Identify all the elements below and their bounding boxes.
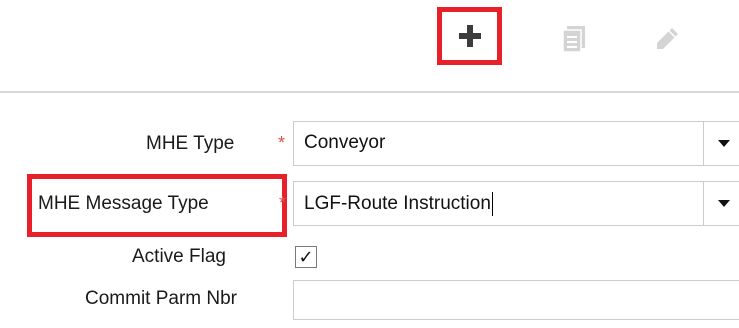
text-cursor	[491, 192, 493, 216]
active-flag-checkbox[interactable]: ✓	[295, 246, 317, 268]
document-copy-icon	[563, 26, 585, 52]
mhe-type-dropdown-button[interactable]	[703, 122, 739, 165]
pencil-icon	[657, 28, 678, 49]
required-marker: *	[278, 133, 286, 153]
commit-parm-nbr-input[interactable]	[293, 280, 739, 320]
active-flag-label: Active Flag	[132, 246, 226, 267]
required-marker: *	[279, 193, 287, 213]
plus-icon	[458, 25, 481, 47]
mhe-type-value: Conveyor	[304, 132, 386, 153]
copy-button[interactable]	[554, 19, 594, 59]
commit-parm-nbr-label: Commit Parm Nbr	[85, 288, 238, 309]
mhe-type-label: MHE Type	[146, 133, 235, 154]
mhe-message-type-dropdown-button[interactable]	[703, 182, 739, 225]
add-button[interactable]	[437, 7, 502, 65]
caret-down-icon	[718, 200, 730, 207]
caret-down-icon	[718, 140, 730, 147]
checkmark-icon: ✓	[298, 247, 314, 267]
toolbar-divider	[0, 91, 739, 93]
mhe-message-type-label: MHE Message Type	[38, 193, 209, 214]
mhe-type-select[interactable]: Conveyor	[293, 121, 739, 166]
edit-button[interactable]	[645, 17, 689, 61]
mhe-form-page: MHE Type * Conveyor MHE Message Type * L…	[0, 0, 739, 328]
mhe-message-type-value: LGF-Route Instruction	[304, 193, 491, 215]
mhe-message-type-select[interactable]: LGF-Route Instruction	[293, 181, 739, 226]
